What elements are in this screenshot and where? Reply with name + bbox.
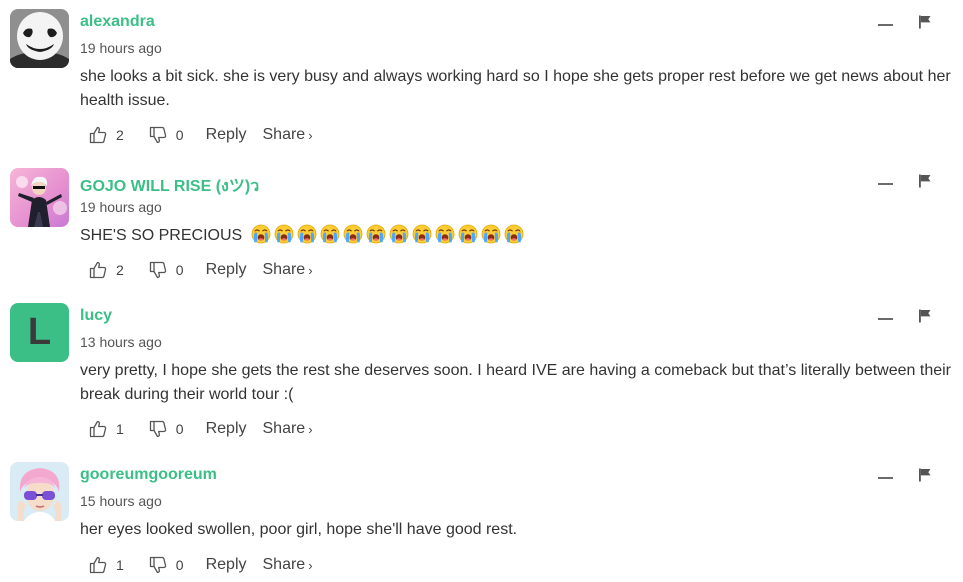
- comment-actions: 2 0 Reply Share ›: [88, 258, 313, 282]
- loudly-crying-face-icon: [435, 224, 455, 244]
- chevron-right-icon: ›: [308, 421, 313, 437]
- timestamp[interactable]: 13 hours ago: [80, 334, 162, 350]
- thumbs-down-icon: [148, 125, 168, 145]
- upvote-count: 2: [116, 127, 124, 143]
- thumbs-up-icon: [88, 125, 108, 145]
- upvote-count: 1: [116, 557, 124, 573]
- share-button[interactable]: Share ›: [263, 126, 313, 144]
- thumbs-up-icon: [88, 555, 108, 575]
- timestamp[interactable]: 19 hours ago: [80, 40, 162, 56]
- username[interactable]: gooreumgooreum: [80, 466, 217, 484]
- loudly-crying-face-icon: [343, 224, 363, 244]
- thumbs-up-icon: [88, 260, 108, 280]
- thumbs-up-icon: [88, 419, 108, 439]
- share-label: Share: [262, 556, 306, 573]
- marshmello-mask-icon: [10, 9, 69, 68]
- reply-button[interactable]: Reply: [206, 420, 247, 438]
- comment-actions: 1 0 Reply Share ›: [88, 553, 313, 577]
- username[interactable]: lucy: [80, 307, 112, 325]
- upvote-count: 2: [116, 262, 124, 278]
- loudly-crying-face-icon: [251, 224, 271, 244]
- share-label: Share: [262, 420, 306, 437]
- reply-button[interactable]: Reply: [206, 556, 247, 574]
- comment-body: she looks a bit sick. she is very busy a…: [80, 68, 951, 109]
- avatar[interactable]: L: [10, 303, 69, 362]
- downvote-count: 0: [175, 262, 184, 278]
- thumbs-down-icon: [148, 555, 168, 575]
- collapse-minus-icon[interactable]: [878, 318, 893, 320]
- loudly-crying-face-icon: [389, 224, 409, 244]
- comment-controls: [878, 172, 938, 196]
- comment-item: alexandra 19 hours ago she looks a bit s…: [0, 9, 963, 149]
- collapse-minus-icon[interactable]: [878, 477, 893, 479]
- loudly-crying-face-icon: [320, 224, 340, 244]
- reply-button[interactable]: Reply: [206, 126, 247, 144]
- upvote-button[interactable]: 2: [88, 260, 124, 280]
- comments-list: alexandra 19 hours ago she looks a bit s…: [0, 0, 963, 582]
- username[interactable]: GOJO WILL RISE (งツ)ว: [80, 172, 259, 199]
- chevron-right-icon: ›: [308, 127, 313, 143]
- loudly-crying-face-icon: [504, 224, 524, 244]
- pink-hair-person-photo: [10, 462, 69, 521]
- reply-button[interactable]: Reply: [206, 261, 247, 279]
- comment-actions: 1 0 Reply Share ›: [88, 417, 313, 441]
- share-label: Share: [262, 261, 306, 278]
- flag-icon: [918, 309, 932, 323]
- avatar-letter: L: [10, 303, 69, 362]
- comment-body: her eyes looked swollen, poor girl, hope…: [80, 521, 518, 538]
- downvote-count: 0: [175, 557, 184, 573]
- share-label: Share: [262, 126, 306, 143]
- comment-text: SHE'S SO PRECIOUS: [80, 227, 243, 244]
- upvote-button[interactable]: 1: [88, 555, 124, 575]
- downvote-count: 0: [175, 421, 184, 437]
- avatar[interactable]: [10, 168, 69, 227]
- chevron-right-icon: ›: [308, 557, 313, 573]
- comment-item: gooreumgooreum 15 hours ago her eyes loo…: [0, 462, 963, 580]
- comment-controls: [878, 307, 938, 331]
- loudly-crying-face-icon: [412, 224, 432, 244]
- comment-controls: [878, 13, 938, 37]
- flag-button[interactable]: [918, 15, 932, 29]
- thumbs-down-icon: [148, 260, 168, 280]
- timestamp[interactable]: 15 hours ago: [80, 493, 162, 509]
- downvote-button[interactable]: 0: [148, 555, 184, 575]
- collapse-minus-icon[interactable]: [878, 24, 893, 26]
- comment-item: L lucy 13 hours ago very pretty, I hope …: [0, 303, 963, 443]
- downvote-count: 0: [175, 127, 184, 143]
- loudly-crying-face-icon: [366, 224, 386, 244]
- comment-controls: [878, 466, 938, 490]
- flag-button[interactable]: [918, 468, 932, 482]
- thumbs-down-icon: [148, 419, 168, 439]
- avatar[interactable]: [10, 462, 69, 521]
- flag-icon: [918, 174, 932, 188]
- comment-body: SHE'S SO PRECIOUS: [80, 224, 955, 248]
- upvote-button[interactable]: 2: [88, 125, 124, 145]
- comment-actions: 2 0 Reply Share ›: [88, 123, 313, 147]
- flag-icon: [918, 468, 932, 482]
- upvote-count: 1: [116, 421, 124, 437]
- comment-body: very pretty, I hope she gets the rest sh…: [80, 362, 951, 403]
- comment-item: GOJO WILL RISE (งツ)ว 19 hours ago SHE'S …: [0, 168, 963, 288]
- share-button[interactable]: Share ›: [263, 261, 313, 279]
- emoji-group: [251, 224, 524, 244]
- downvote-button[interactable]: 0: [148, 419, 184, 439]
- downvote-button[interactable]: 0: [148, 260, 184, 280]
- loudly-crying-face-icon: [297, 224, 317, 244]
- collapse-minus-icon[interactable]: [878, 183, 893, 185]
- flag-button[interactable]: [918, 309, 932, 323]
- share-button[interactable]: Share ›: [263, 420, 313, 438]
- avatar[interactable]: [10, 9, 69, 68]
- loudly-crying-face-icon: [481, 224, 501, 244]
- flag-icon: [918, 15, 932, 29]
- flag-button[interactable]: [918, 174, 932, 188]
- downvote-button[interactable]: 0: [148, 125, 184, 145]
- loudly-crying-face-icon: [458, 224, 478, 244]
- chevron-right-icon: ›: [308, 262, 313, 278]
- anime-character-photo: [10, 168, 69, 227]
- share-button[interactable]: Share ›: [263, 556, 313, 574]
- loudly-crying-face-icon: [274, 224, 294, 244]
- upvote-button[interactable]: 1: [88, 419, 124, 439]
- username[interactable]: alexandra: [80, 13, 155, 31]
- timestamp[interactable]: 19 hours ago: [80, 199, 162, 215]
